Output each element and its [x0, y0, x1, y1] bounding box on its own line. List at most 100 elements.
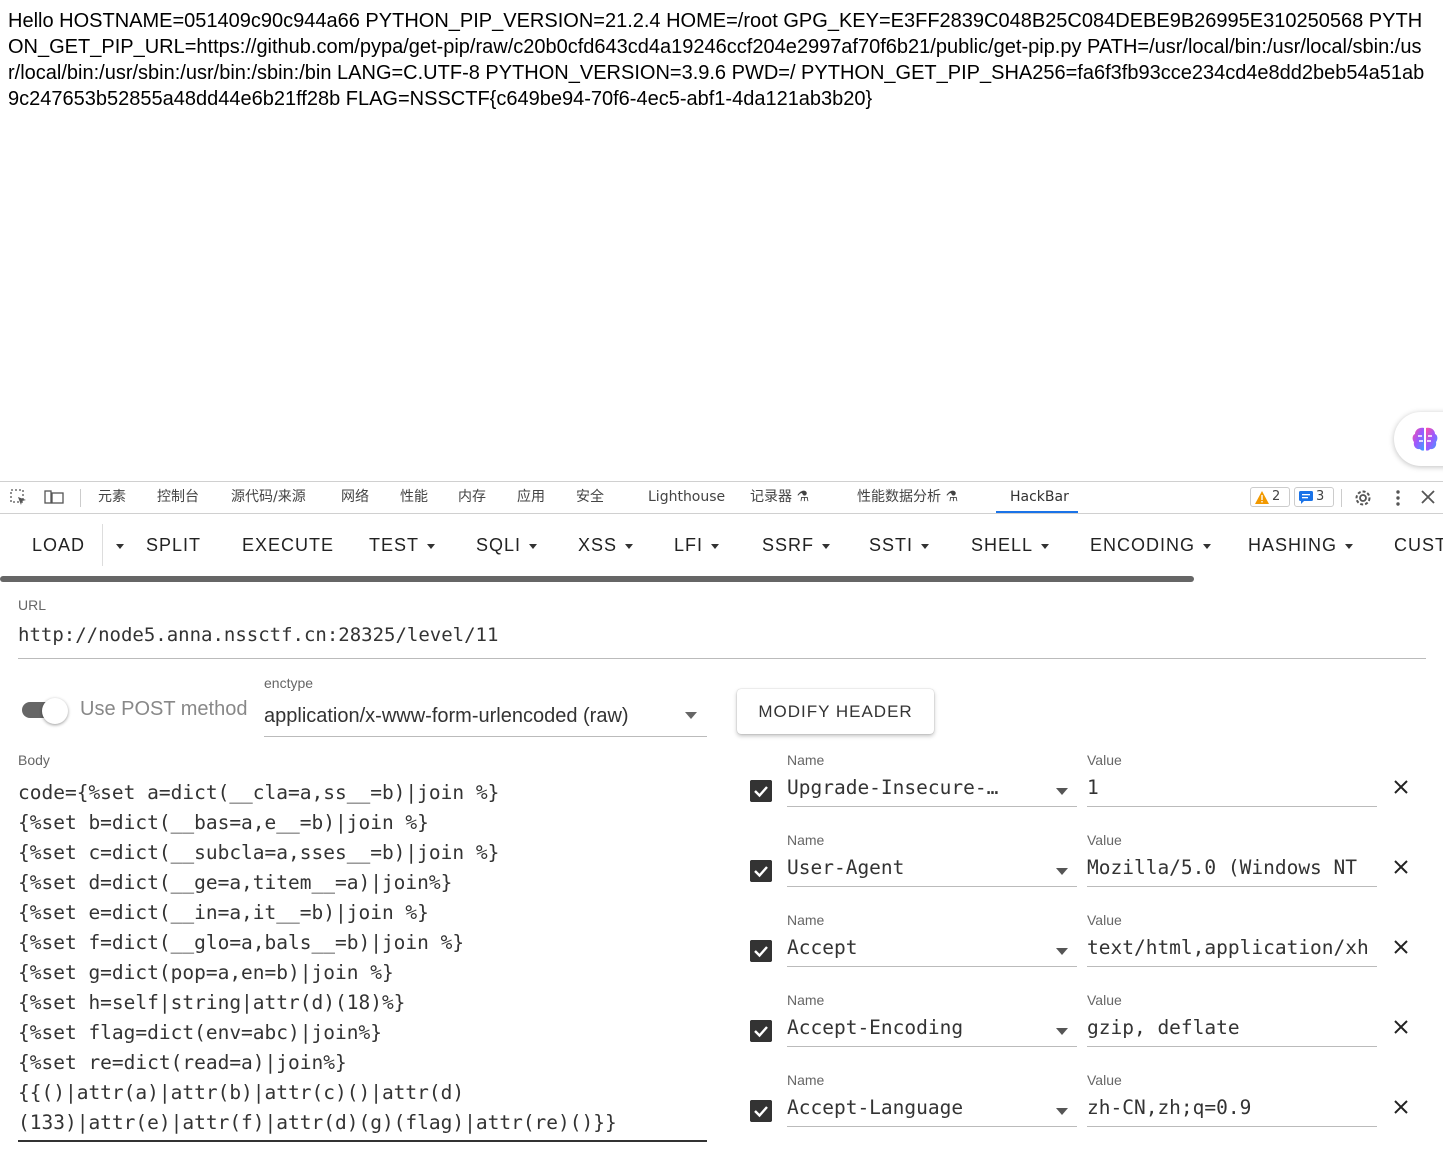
sqli-menu[interactable]: SQLI — [476, 514, 538, 576]
tab-memory[interactable]: 内存 — [458, 482, 486, 513]
sqli-menu-label: SQLI — [476, 535, 522, 555]
header-value-label: Value — [1087, 1072, 1122, 1088]
body-label: Body — [18, 752, 50, 768]
header-enabled-checkbox[interactable] — [750, 1100, 772, 1122]
header-value-input[interactable]: zh-CN,zh;q=0.9 — [1087, 1096, 1377, 1119]
message-icon — [1299, 490, 1313, 504]
header-name-label: Name — [787, 992, 825, 1008]
shell-menu-label: SHELL — [971, 535, 1034, 555]
toolbar-scrollbar[interactable] — [0, 576, 1194, 582]
header-value-label: Value — [1087, 752, 1122, 768]
header-name-input[interactable]: User-Agent — [787, 856, 1045, 879]
inspect-element-icon[interactable] — [10, 489, 28, 507]
remove-header-close-icon[interactable] — [1392, 1098, 1410, 1116]
dropdown-arrow-icon[interactable] — [1056, 868, 1068, 875]
more-options-icon[interactable] — [1394, 489, 1402, 507]
close-devtools-icon[interactable] — [1421, 490, 1435, 504]
tab-recorder[interactable]: 记录器 ⚗ — [750, 482, 809, 513]
load-button[interactable]: LOAD — [32, 514, 85, 576]
dropdown-arrow-icon — [685, 712, 697, 719]
dropdown-arrow-icon[interactable] — [1056, 1108, 1068, 1115]
header-name-input[interactable]: Accept — [787, 936, 1045, 959]
header-enabled-checkbox[interactable] — [750, 940, 772, 962]
lfi-menu-label: LFI — [674, 535, 704, 555]
header-value-label: Value — [1087, 912, 1122, 928]
chevron-down-icon — [427, 543, 436, 549]
dropdown-arrow-icon[interactable] — [1056, 788, 1068, 795]
load-dropdown-button[interactable] — [108, 514, 124, 576]
lfi-menu[interactable]: LFI — [674, 514, 720, 576]
body-textarea[interactable]: code={%set a=dict(__cla=a,ss__=b)|join %… — [18, 778, 708, 1138]
xss-menu[interactable]: XSS — [578, 514, 634, 576]
header-name-input[interactable]: Accept-Language — [787, 1096, 1045, 1119]
remove-header-close-icon[interactable] — [1392, 778, 1410, 796]
header-row: Name Value User-Agent Mozilla/5.0 (Windo… — [748, 832, 1428, 912]
hashing-menu[interactable]: HASHING — [1248, 514, 1354, 576]
tab-sources[interactable]: 源代码/来源 — [231, 482, 306, 513]
chevron-down-icon — [625, 543, 634, 549]
header-name-input[interactable]: Upgrade-Insecure-… — [787, 776, 1045, 799]
modify-header-button[interactable]: MODIFY HEADER — [737, 689, 934, 734]
tab-application[interactable]: 应用 — [517, 482, 545, 513]
shell-menu[interactable]: SHELL — [971, 514, 1050, 576]
tab-console[interactable]: 控制台 — [157, 482, 199, 513]
header-value-input[interactable]: Mozilla/5.0 (Windows NT — [1087, 856, 1377, 879]
tab-lighthouse[interactable]: Lighthouse — [648, 482, 725, 513]
chevron-down-icon — [116, 543, 124, 549]
messages-badge[interactable]: 3 — [1294, 487, 1334, 507]
warnings-count: 2 — [1272, 489, 1281, 504]
header-row: Name Value Upgrade-Insecure-… 1 — [748, 752, 1428, 832]
device-toolbar-icon[interactable] — [44, 489, 64, 507]
tab-network[interactable]: 网络 — [341, 482, 369, 513]
header-enabled-checkbox[interactable] — [750, 860, 772, 882]
header-value-input[interactable]: text/html,application/xh — [1087, 936, 1377, 959]
chevron-down-icon — [822, 543, 831, 549]
url-input[interactable]: http://node5.anna.nssctf.cn:28325/level/… — [18, 624, 498, 646]
header-row: Name Value Accept-Language zh-CN,zh;q=0.… — [748, 1072, 1428, 1152]
split-button[interactable]: SPLIT — [146, 514, 201, 576]
header-enabled-checkbox[interactable] — [750, 780, 772, 802]
header-name-label: Name — [787, 752, 825, 768]
tab-elements[interactable]: 元素 — [98, 482, 126, 513]
header-name-label: Name — [787, 1072, 825, 1088]
ssrf-menu-label: SSRF — [762, 535, 815, 555]
header-value-input[interactable]: gzip, deflate — [1087, 1016, 1377, 1039]
dropdown-arrow-icon[interactable] — [1056, 948, 1068, 955]
header-row: Name Value Accept-Encoding gzip, deflate — [748, 992, 1428, 1072]
settings-gear-icon[interactable] — [1353, 488, 1373, 508]
ai-assistant-button[interactable] — [1394, 412, 1443, 466]
tab-recorder-label: 记录器 — [750, 489, 792, 505]
chevron-down-icon — [1345, 543, 1354, 549]
warning-icon — [1255, 490, 1269, 504]
header-value-input[interactable]: 1 — [1087, 776, 1377, 799]
tab-performance[interactable]: 性能 — [400, 482, 428, 513]
enctype-value: application/x-www-form-urlencoded (raw) — [264, 705, 629, 727]
page-output-text: Hello HOSTNAME=051409c90c944a66 PYTHON_P… — [8, 10, 1425, 110]
header-value-label: Value — [1087, 832, 1122, 848]
tab-hackbar[interactable]: HackBar — [1010, 482, 1069, 513]
execute-button[interactable]: EXECUTE — [242, 514, 334, 576]
remove-header-close-icon[interactable] — [1392, 858, 1410, 876]
warnings-badge[interactable]: 2 — [1250, 487, 1290, 507]
ssrf-menu[interactable]: SSRF — [762, 514, 831, 576]
tab-performance-insights[interactable]: 性能数据分析 ⚗ — [857, 482, 958, 513]
flask-icon: ⚗ — [945, 489, 959, 505]
ssti-menu-label: SSTI — [869, 535, 914, 555]
header-name-input[interactable]: Accept-Encoding — [787, 1016, 1045, 1039]
tab-security[interactable]: 安全 — [576, 482, 604, 513]
header-enabled-checkbox[interactable] — [750, 1020, 772, 1042]
enctype-label: enctype — [264, 675, 314, 691]
hashing-menu-label: HASHING — [1248, 535, 1338, 555]
url-underline — [18, 658, 1426, 659]
body-underline — [18, 1140, 707, 1142]
header-row: Name Value Accept text/html,application/… — [748, 912, 1428, 992]
custom-menu[interactable]: CUST — [1394, 514, 1443, 576]
ssti-menu[interactable]: SSTI — [869, 514, 930, 576]
chevron-down-icon — [529, 543, 538, 549]
remove-header-close-icon[interactable] — [1392, 938, 1410, 956]
dropdown-arrow-icon[interactable] — [1056, 1028, 1068, 1035]
test-menu[interactable]: TEST — [369, 514, 436, 576]
enctype-underline — [264, 736, 707, 737]
remove-header-close-icon[interactable] — [1392, 1018, 1410, 1036]
encoding-menu[interactable]: ENCODING — [1090, 514, 1212, 576]
